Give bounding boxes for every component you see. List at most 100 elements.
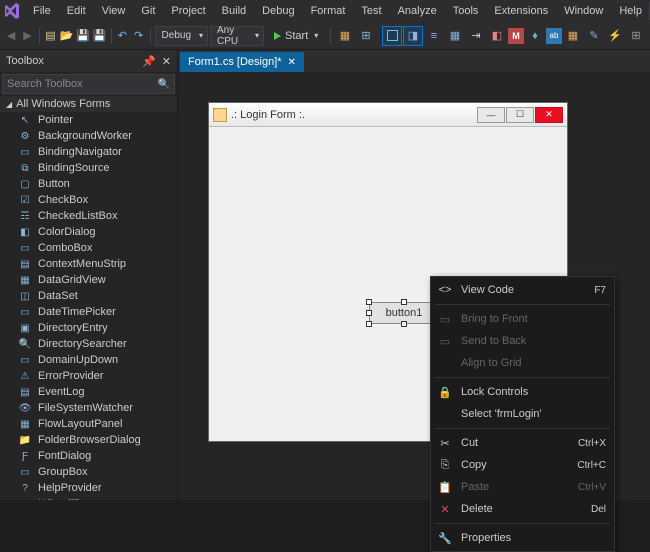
resize-handle[interactable] (366, 321, 372, 327)
ext-icon[interactable]: ab (546, 28, 562, 44)
toolbox-item[interactable]: ▤EventLog (0, 384, 177, 400)
toolbox-item[interactable]: ?HelpProvider (0, 480, 177, 496)
control-icon: ? (18, 481, 32, 495)
ext-icon[interactable]: ⊞ (626, 26, 646, 46)
toolbox-item[interactable]: ⚙BackgroundWorker (0, 128, 177, 144)
menu-project[interactable]: Project (164, 3, 212, 19)
menu-view[interactable]: View (95, 3, 133, 19)
toolbox-item[interactable]: ▦DataGridView (0, 272, 177, 288)
save-icon[interactable]: 💾 (76, 26, 90, 46)
menu-git[interactable]: Git (134, 3, 162, 19)
config-combo[interactable]: Debug (155, 26, 208, 46)
toolbox-item[interactable]: ▭ComboBox (0, 240, 177, 256)
toolbox-item[interactable]: 🔍DirectorySearcher (0, 336, 177, 352)
toolbox-item[interactable]: ▢Button (0, 176, 177, 192)
save-all-icon[interactable]: 💾 (92, 26, 106, 46)
resize-handle[interactable] (401, 321, 407, 327)
ctx-select-frmlogin-[interactable]: Select 'frmLogin' (431, 403, 614, 425)
menu-help[interactable]: Help (612, 3, 649, 19)
resize-handle[interactable] (366, 299, 372, 305)
toolbox-item[interactable]: ▭DateTimePicker (0, 304, 177, 320)
control-icon: ☑ (18, 193, 32, 207)
nav-fwd-icon[interactable]: ▶ (20, 26, 34, 46)
toolbox-item[interactable]: ☑CheckBox (0, 192, 177, 208)
toolbox-item[interactable]: ▭BindingNavigator (0, 144, 177, 160)
tab-form1-design[interactable]: Form1.cs [Design]* ✕ (180, 52, 304, 72)
toolbox-item[interactable]: ▣DirectoryEntry (0, 320, 177, 336)
designer-button1[interactable]: button1 (369, 302, 439, 324)
toolbox-item[interactable]: 👁FileSystemWatcher (0, 400, 177, 416)
toolbox-item[interactable]: ↖Pointer (0, 112, 177, 128)
platform-combo[interactable]: Any CPU (210, 26, 264, 46)
redo-icon[interactable]: ↷ (132, 26, 146, 46)
resize-handle[interactable] (401, 299, 407, 305)
ext-icon[interactable]: ▦ (563, 26, 583, 46)
toolbox-item[interactable]: ▭DomainUpDown (0, 352, 177, 368)
toolbox-item[interactable]: ◫DataSet (0, 288, 177, 304)
control-icon: ▭ (18, 353, 32, 367)
menu-format[interactable]: Format (304, 3, 353, 19)
toolbox-item[interactable]: ▭GroupBox (0, 464, 177, 480)
ext-icon[interactable]: M (508, 28, 524, 44)
menu-tools[interactable]: Tools (446, 3, 486, 19)
open-file-icon[interactable]: 📂 (60, 26, 74, 46)
control-icon: ◧ (18, 225, 32, 239)
ctx-paste: 📋PasteCtrl+V (431, 476, 614, 498)
ctx-view-code[interactable]: <>View CodeF7 (431, 279, 614, 301)
close-icon[interactable]: ✕ (288, 57, 296, 68)
ctx-properties[interactable]: 🔧Properties (431, 527, 614, 549)
tab-icon[interactable]: ⇥ (466, 26, 486, 46)
new-file-icon[interactable]: ▤ (43, 26, 57, 46)
tool-icon[interactable]: ⊞ (356, 26, 376, 46)
menu-build[interactable]: Build (215, 3, 253, 19)
start-debug-button[interactable]: Start▾ (266, 26, 326, 46)
menu-file[interactable]: File (26, 3, 58, 19)
ctx-cut[interactable]: ✂CutCtrl+X (431, 432, 614, 454)
toolbox-item[interactable]: ↔HScrollBar (0, 496, 177, 500)
tool-icon[interactable]: ▦ (335, 26, 355, 46)
undo-icon[interactable]: ↶ (115, 26, 129, 46)
menu-edit[interactable]: Edit (60, 3, 93, 19)
control-icon: 📁 (18, 433, 32, 447)
toolbox-item[interactable]: ☶CheckedListBox (0, 208, 177, 224)
align-icon[interactable]: ≡ (424, 26, 444, 46)
ext-icon[interactable]: ♦ (525, 26, 545, 46)
tool-icon[interactable]: ◧ (487, 26, 507, 46)
ext-icon[interactable]: ⚡ (605, 26, 625, 46)
resize-handle[interactable] (366, 310, 372, 316)
ctx-copy[interactable]: ⎘CopyCtrl+C (431, 454, 614, 476)
ctx-lock-controls[interactable]: 🔒Lock Controls (431, 381, 614, 403)
document-tabs: Form1.cs [Design]* ✕ (178, 50, 650, 72)
ctx-item-icon: 🔒 (437, 386, 453, 399)
menu-debug[interactable]: Debug (255, 3, 301, 19)
menu-analyze[interactable]: Analyze (391, 3, 444, 19)
layout-icon[interactable] (382, 26, 402, 46)
form-title-text: .: Login Form :. (231, 109, 473, 121)
control-icon: ▦ (18, 417, 32, 431)
toolbox-item[interactable]: ◧ColorDialog (0, 224, 177, 240)
toolbox-item[interactable]: ▤ContextMenuStrip (0, 256, 177, 272)
layout-icon[interactable]: ◨ (403, 26, 423, 46)
ext-icon[interactable]: ✎ (584, 26, 604, 46)
toolbox-item[interactable]: ƑFontDialog (0, 448, 177, 464)
toolbox-item[interactable]: 📁FolderBrowserDialog (0, 432, 177, 448)
menu-window[interactable]: Window (557, 3, 610, 19)
menu-extensions[interactable]: Extensions (487, 3, 555, 19)
pin-icon[interactable]: 📌 (142, 55, 156, 68)
control-icon: Ƒ (18, 449, 32, 463)
ctx-item-icon: 📋 (437, 481, 453, 494)
toolbox-category[interactable]: ◢ All Windows Forms (0, 96, 177, 112)
close-icon[interactable]: ✕ (162, 55, 171, 68)
control-icon: ⚙ (18, 129, 32, 143)
menu-test[interactable]: Test (354, 3, 388, 19)
ctx-item-icon: ✕ (437, 503, 453, 516)
toolbox-search-input[interactable]: Search Toolbox 🔍 (2, 74, 175, 94)
toolbox-item[interactable]: ▦FlowLayoutPanel (0, 416, 177, 432)
toolbox-item[interactable]: ⧉BindingSource (0, 160, 177, 176)
ctx-delete[interactable]: ✕DeleteDel (431, 498, 614, 520)
nav-back-icon[interactable]: ◀ (4, 26, 18, 46)
toolbox-item[interactable]: ⚠ErrorProvider (0, 368, 177, 384)
menubar: FileEditViewGitProjectBuildDebugFormatTe… (20, 3, 649, 19)
control-icon: ⧉ (18, 161, 32, 175)
grid-icon[interactable]: ▦ (445, 26, 465, 46)
